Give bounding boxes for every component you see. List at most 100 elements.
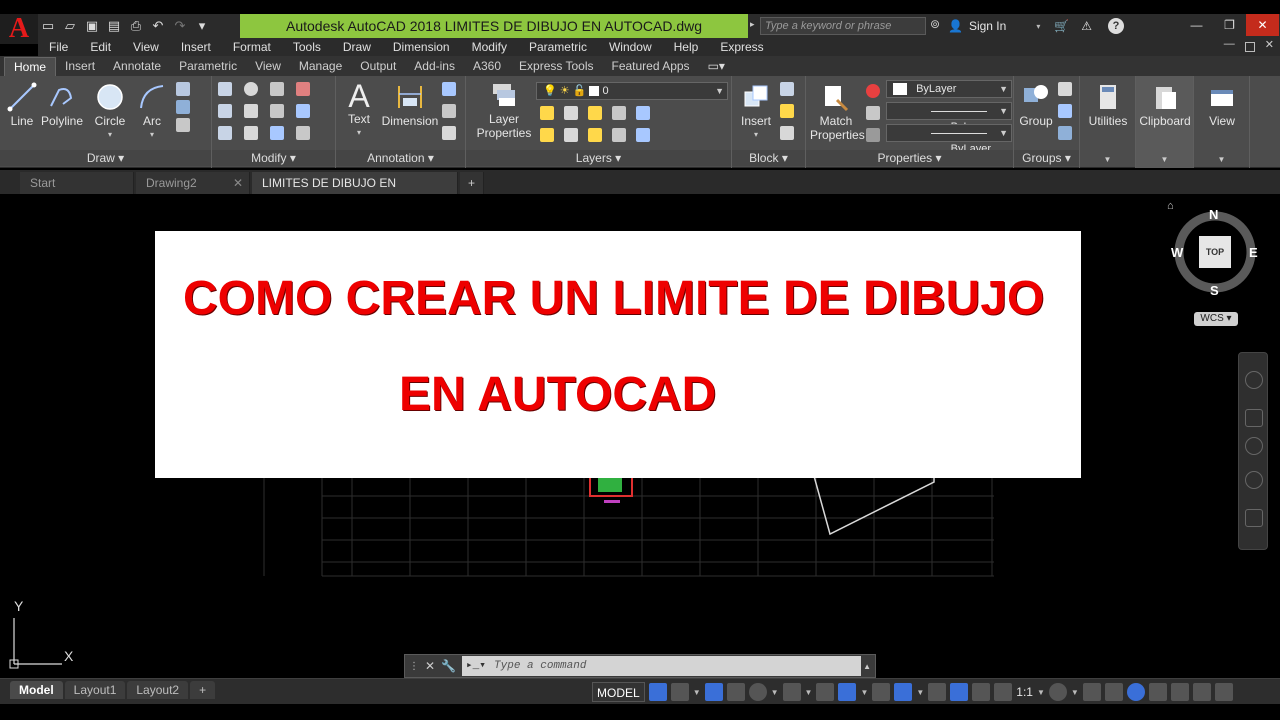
- ortho-mode-icon[interactable]: [726, 683, 745, 701]
- properties-panel-title[interactable]: Properties ▾: [806, 150, 1013, 166]
- doc-minimize-button[interactable]: —: [1224, 38, 1235, 52]
- edit-block-icon[interactable]: [780, 104, 794, 118]
- linetype-dropdown[interactable]: ByLayer ▼: [886, 102, 1012, 133]
- sign-in-area[interactable]: 👤 Sign In ▾ 🛒 ⚠ ?: [936, 17, 1125, 35]
- menu-parametric[interactable]: Parametric: [518, 38, 598, 56]
- color-dropdown[interactable]: ByLayer ▼: [886, 80, 1012, 98]
- layer-current-icon[interactable]: [636, 106, 650, 120]
- menu-edit[interactable]: Edit: [79, 38, 122, 56]
- menu-view[interactable]: View: [122, 38, 170, 56]
- showmotion-icon[interactable]: [1245, 509, 1263, 527]
- compass-north[interactable]: N: [1209, 207, 1218, 222]
- hardware-acceleration-icon[interactable]: [1126, 683, 1145, 701]
- grid-display-icon[interactable]: [648, 683, 667, 701]
- a360-icon[interactable]: ⚠: [1081, 19, 1092, 33]
- move-icon[interactable]: [218, 82, 232, 96]
- dimension-tool[interactable]: Dimension: [380, 82, 440, 128]
- layer-properties-tool[interactable]: Layer Properties: [476, 80, 532, 140]
- annotation-scale-icon[interactable]: [994, 683, 1013, 701]
- attribute-icon[interactable]: [780, 126, 794, 140]
- dynamic-ucs-icon[interactable]: [928, 683, 947, 701]
- layer-isolate-icon[interactable]: [564, 106, 578, 120]
- undo-icon[interactable]: ↶: [150, 18, 166, 34]
- mirror-icon[interactable]: [244, 104, 258, 118]
- erase-icon[interactable]: [296, 82, 310, 96]
- linear-dim-icon[interactable]: [442, 82, 456, 96]
- isolate-objects-icon[interactable]: [1104, 683, 1123, 701]
- groups-panel-title[interactable]: Groups ▾: [1014, 150, 1079, 166]
- tab-express-tools[interactable]: Express Tools: [510, 57, 602, 76]
- auto-scale-icon[interactable]: [972, 683, 991, 701]
- create-block-icon[interactable]: [780, 82, 794, 96]
- steering-wheel-icon[interactable]: [1245, 371, 1263, 389]
- grip-icon[interactable]: ⋮: [409, 661, 419, 672]
- draw-panel-title[interactable]: Draw ▾: [0, 150, 211, 166]
- file-tab-drawing2[interactable]: Drawing2 ✕: [136, 172, 250, 194]
- insert-tool[interactable]: Insert ▾: [736, 82, 776, 142]
- tab-output[interactable]: Output: [351, 57, 405, 76]
- boundary-icon[interactable]: [176, 118, 190, 132]
- cart-icon[interactable]: 🛒: [1054, 19, 1069, 33]
- scale-icon[interactable]: [244, 126, 258, 140]
- menu-insert[interactable]: Insert: [170, 38, 222, 56]
- gear-icon[interactable]: [1048, 683, 1067, 701]
- menu-window[interactable]: Window: [598, 38, 663, 56]
- text-tool[interactable]: A Text ▾: [342, 80, 376, 140]
- plot-icon[interactable]: ⎙: [128, 18, 144, 34]
- layer-freeze-icon[interactable]: [588, 106, 602, 120]
- layer-thaw-icon[interactable]: [588, 128, 602, 142]
- layer-unisolate-icon[interactable]: [564, 128, 578, 142]
- qat-customize-icon[interactable]: ▾: [194, 18, 210, 34]
- file-tab-limites[interactable]: LIMITES DE DIBUJO EN AUTOCAD✕: [252, 172, 458, 212]
- customization-icon[interactable]: [1192, 683, 1211, 701]
- menu-file[interactable]: File: [38, 38, 79, 56]
- rectangle-icon[interactable]: [176, 82, 190, 96]
- compass-south[interactable]: S: [1210, 283, 1219, 298]
- layout-tab-layout2[interactable]: Layout2: [127, 681, 189, 699]
- lineweight-toggle-icon[interactable]: [872, 683, 891, 701]
- offset-icon[interactable]: [296, 126, 310, 140]
- help-icon[interactable]: ?: [1108, 18, 1125, 34]
- tab-annotate[interactable]: Annotate: [104, 57, 170, 76]
- tab-insert[interactable]: Insert: [56, 57, 104, 76]
- menu-modify[interactable]: Modify: [461, 38, 518, 56]
- plus-icon[interactable]: [1082, 683, 1101, 701]
- polyline-tool[interactable]: Polyline: [40, 82, 84, 128]
- close-tab-icon[interactable]: ✕: [233, 172, 243, 194]
- menu-tools[interactable]: Tools: [282, 38, 332, 56]
- maximize-button[interactable]: ❐: [1213, 14, 1246, 36]
- tab-view[interactable]: View: [246, 57, 290, 76]
- utilities-tool[interactable]: Utilities: [1080, 82, 1136, 128]
- ungroup-icon[interactable]: [1058, 82, 1072, 96]
- save-icon[interactable]: ▣: [84, 18, 100, 34]
- stretch-icon[interactable]: [218, 126, 232, 140]
- compass-east[interactable]: E: [1249, 245, 1258, 260]
- doc-restore-button[interactable]: [1244, 42, 1255, 52]
- tab-add-ins[interactable]: Add-ins: [405, 57, 464, 76]
- layer-unlock-icon[interactable]: [612, 128, 626, 142]
- viewcube-top-face[interactable]: TOP: [1199, 236, 1231, 268]
- fillet-icon[interactable]: [270, 104, 284, 118]
- fullscreen-icon[interactable]: [1214, 683, 1233, 701]
- chevron-down-icon[interactable]: ▼: [771, 688, 779, 697]
- minimize-button[interactable]: —: [1180, 14, 1213, 36]
- chevron-down-icon[interactable]: ▼: [1071, 688, 1079, 697]
- chevron-down-icon[interactable]: ▼: [693, 688, 701, 697]
- search-expand-icon[interactable]: ▸: [750, 19, 755, 30]
- selection-cycling-icon[interactable]: [894, 683, 913, 701]
- file-tab-start[interactable]: Start: [20, 172, 134, 194]
- lineweight-dropdown[interactable]: ByLayer ▼: [886, 124, 1012, 155]
- leader-icon[interactable]: [442, 104, 456, 118]
- doc-close-button[interactable]: ✕: [1265, 38, 1274, 52]
- array-icon[interactable]: [270, 126, 284, 140]
- tab-manage[interactable]: Manage: [290, 57, 351, 76]
- annotation-panel-title[interactable]: Annotation ▾: [336, 150, 465, 166]
- match-properties-tool[interactable]: Match Properties: [810, 82, 865, 142]
- ribbon-toggle-icon[interactable]: ▭▾: [699, 57, 734, 76]
- layout-tab-layout1[interactable]: Layout1: [64, 681, 126, 699]
- save-as-icon[interactable]: ▤: [106, 18, 122, 34]
- compass-west[interactable]: W: [1171, 245, 1183, 260]
- rotate-icon[interactable]: [244, 82, 258, 96]
- layout-tab-model[interactable]: Model: [10, 681, 63, 699]
- chevron-down-icon[interactable]: ▼: [916, 688, 924, 697]
